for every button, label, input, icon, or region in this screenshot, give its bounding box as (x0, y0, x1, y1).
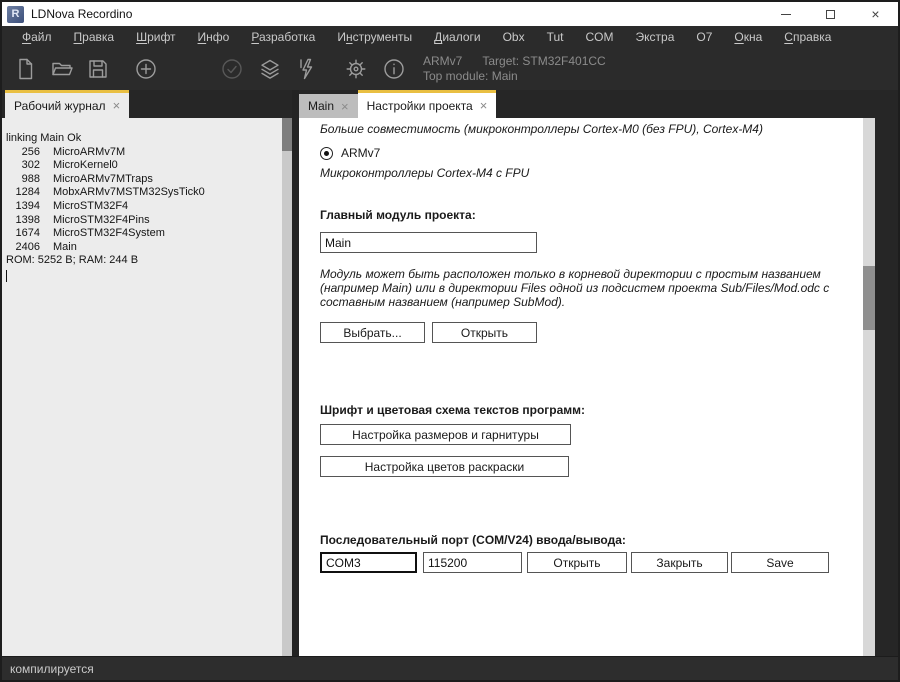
maximize-button[interactable] (808, 2, 853, 26)
log-tab-bar: Рабочий журнал × (2, 90, 292, 118)
menu-item[interactable]: Справка (773, 30, 842, 44)
app-logo-icon: R (7, 6, 24, 23)
menu-item[interactable]: O7 (685, 30, 723, 44)
log-footer: ROM: 5252 B; RAM: 244 B (6, 254, 278, 268)
log-view[interactable]: linking Main Ok 256MicroARMv7M 302MicroK… (2, 118, 292, 656)
tab-label: Main (308, 99, 334, 113)
commit-check-icon[interactable] (220, 57, 244, 81)
menu-item[interactable]: Шрифт (125, 30, 186, 44)
project-settings-view: Больше совместимость (микроконтроллеры C… (299, 118, 875, 656)
choose-module-button[interactable]: Выбрать... (320, 322, 425, 343)
menu-item[interactable]: Tut (536, 30, 575, 44)
window-controls: × (763, 2, 898, 26)
log-entry: 256MicroARMv7M (6, 146, 278, 160)
serial-close-button[interactable]: Закрыть (631, 552, 728, 573)
panel-divider[interactable] (292, 90, 299, 656)
app-window: R LDNova Recordino × Файл Правка Шрифт И… (0, 0, 900, 682)
add-circle-icon[interactable] (134, 57, 158, 81)
minimize-button[interactable] (763, 2, 808, 26)
right-margin-filler (875, 90, 898, 656)
font-size-settings-button[interactable]: Настройка размеров и гарнитуры (320, 424, 571, 445)
compat-note: Больше совместимость (микроконтроллеры C… (320, 122, 865, 136)
arch-label: ARMv7 (423, 54, 462, 68)
menu-item[interactable]: Правка (63, 30, 126, 44)
tab-close-icon[interactable]: × (341, 100, 349, 113)
editor-panel: Main × Настройки проекта × Больше совмес… (299, 90, 875, 656)
log-scrollbar-thumb[interactable] (282, 118, 292, 151)
close-icon: × (871, 7, 879, 21)
target-label: Target: STM32F401CC (482, 54, 605, 68)
com-port-input[interactable] (320, 552, 417, 573)
log-entry: 1394MicroSTM32F4 (6, 200, 278, 214)
settings-scrollbar-thumb[interactable] (863, 266, 875, 330)
serial-save-button[interactable]: Save (731, 552, 829, 573)
tab-close-icon[interactable]: × (113, 99, 121, 112)
serial-port-row: Открыть Закрыть Save (320, 552, 829, 573)
open-folder-icon[interactable] (50, 57, 74, 81)
menu-bar: Файл Правка Шрифт Инфо Разработка Инстру… (2, 26, 898, 48)
log-entry: 2406Main (6, 241, 278, 255)
app-title: LDNova Recordino (31, 7, 132, 21)
log-entry: 1674MicroSTM32F4System (6, 227, 278, 241)
log-entry: 1284MobxARMv7MSTM32SysTick0 (6, 186, 278, 200)
serial-open-button[interactable]: Открыть (527, 552, 627, 573)
status-bar: компилируется (2, 656, 898, 680)
menu-item[interactable]: Экстра (625, 30, 686, 44)
menu-item[interactable]: Разработка (240, 30, 326, 44)
top-module-label: Top module: Main (423, 69, 606, 84)
layers-icon[interactable] (258, 57, 282, 81)
flash-icon[interactable] (294, 57, 318, 81)
log-entries: 256MicroARMv7M 302MicroKernel0 988MicroA… (6, 146, 278, 255)
main-area: Рабочий журнал × linking Main Ok 256Micr… (2, 90, 898, 656)
radio-dot-icon (324, 151, 329, 156)
log-header: linking Main Ok (6, 132, 278, 146)
settings-gear-icon[interactable] (344, 57, 368, 81)
editor-tab[interactable]: Main × (299, 94, 358, 118)
armv7-radio[interactable] (320, 147, 333, 160)
editor-tab[interactable]: Настройки проекта × (358, 90, 497, 118)
text-caret (6, 270, 7, 282)
main-module-heading: Главный модуль проекта: (320, 208, 476, 222)
menu-item[interactable]: Диалоги (423, 30, 491, 44)
menu-item[interactable]: Окна (723, 30, 773, 44)
title-bar: R LDNova Recordino × (2, 2, 898, 26)
menu-item[interactable]: Obx (492, 30, 536, 44)
minimize-icon (781, 14, 791, 15)
armv7-radio-row: ARMv7 (320, 146, 380, 160)
armv7-note: Микроконтроллеры Cortex-M4 с FPU (320, 166, 529, 180)
log-entry: 988MicroARMv7MTraps (6, 173, 278, 187)
info-icon[interactable] (382, 57, 406, 81)
menu-item[interactable]: Файл (11, 30, 63, 44)
module-location-note: Модуль может быть расположен только в ко… (320, 267, 863, 309)
color-settings-button[interactable]: Настройка цветов раскраски (320, 456, 569, 477)
serial-port-heading: Последовательный порт (COM/V24) ввода/вы… (320, 533, 626, 547)
open-module-button[interactable]: Открыть (432, 322, 537, 343)
main-module-input[interactable] (320, 232, 537, 253)
menu-item[interactable]: Инфо (187, 30, 241, 44)
log-text: linking Main Ok 256MicroARMv7M 302MicroK… (2, 118, 292, 282)
save-icon[interactable] (86, 57, 110, 81)
font-scheme-heading: Шрифт и цветовая схема текстов программ: (320, 403, 585, 417)
close-button[interactable]: × (853, 2, 898, 26)
module-buttons-row: Выбрать... Открыть (320, 322, 537, 343)
armv7-radio-label: ARMv7 (341, 146, 380, 160)
tab-close-icon[interactable]: × (480, 99, 488, 112)
new-document-icon[interactable] (14, 57, 38, 81)
menu-item[interactable]: Инструменты (326, 30, 423, 44)
tool-bar: ARMv7 Target: STM32F401CC Top module: Mai… (2, 48, 898, 90)
maximize-icon (826, 10, 835, 19)
log-panel: Рабочий журнал × linking Main Ok 256Micr… (2, 90, 292, 656)
log-entry: 1398MicroSTM32F4Pins (6, 214, 278, 228)
tab-label: Рабочий журнал (14, 99, 106, 113)
log-scrollbar[interactable] (282, 118, 292, 656)
settings-scrollbar[interactable] (863, 118, 875, 656)
build-target-info: ARMv7 Target: STM32F401CC Top module: Mai… (423, 54, 606, 84)
tab-label: Настройки проекта (367, 99, 473, 113)
log-entry: 302MicroKernel0 (6, 159, 278, 173)
tab-work-log[interactable]: Рабочий журнал × (5, 90, 129, 118)
menu-item[interactable]: COM (575, 30, 625, 44)
status-text: компилируется (10, 662, 94, 676)
baud-rate-input[interactable] (423, 552, 522, 573)
editor-tab-bar: Main × Настройки проекта × (299, 90, 875, 118)
